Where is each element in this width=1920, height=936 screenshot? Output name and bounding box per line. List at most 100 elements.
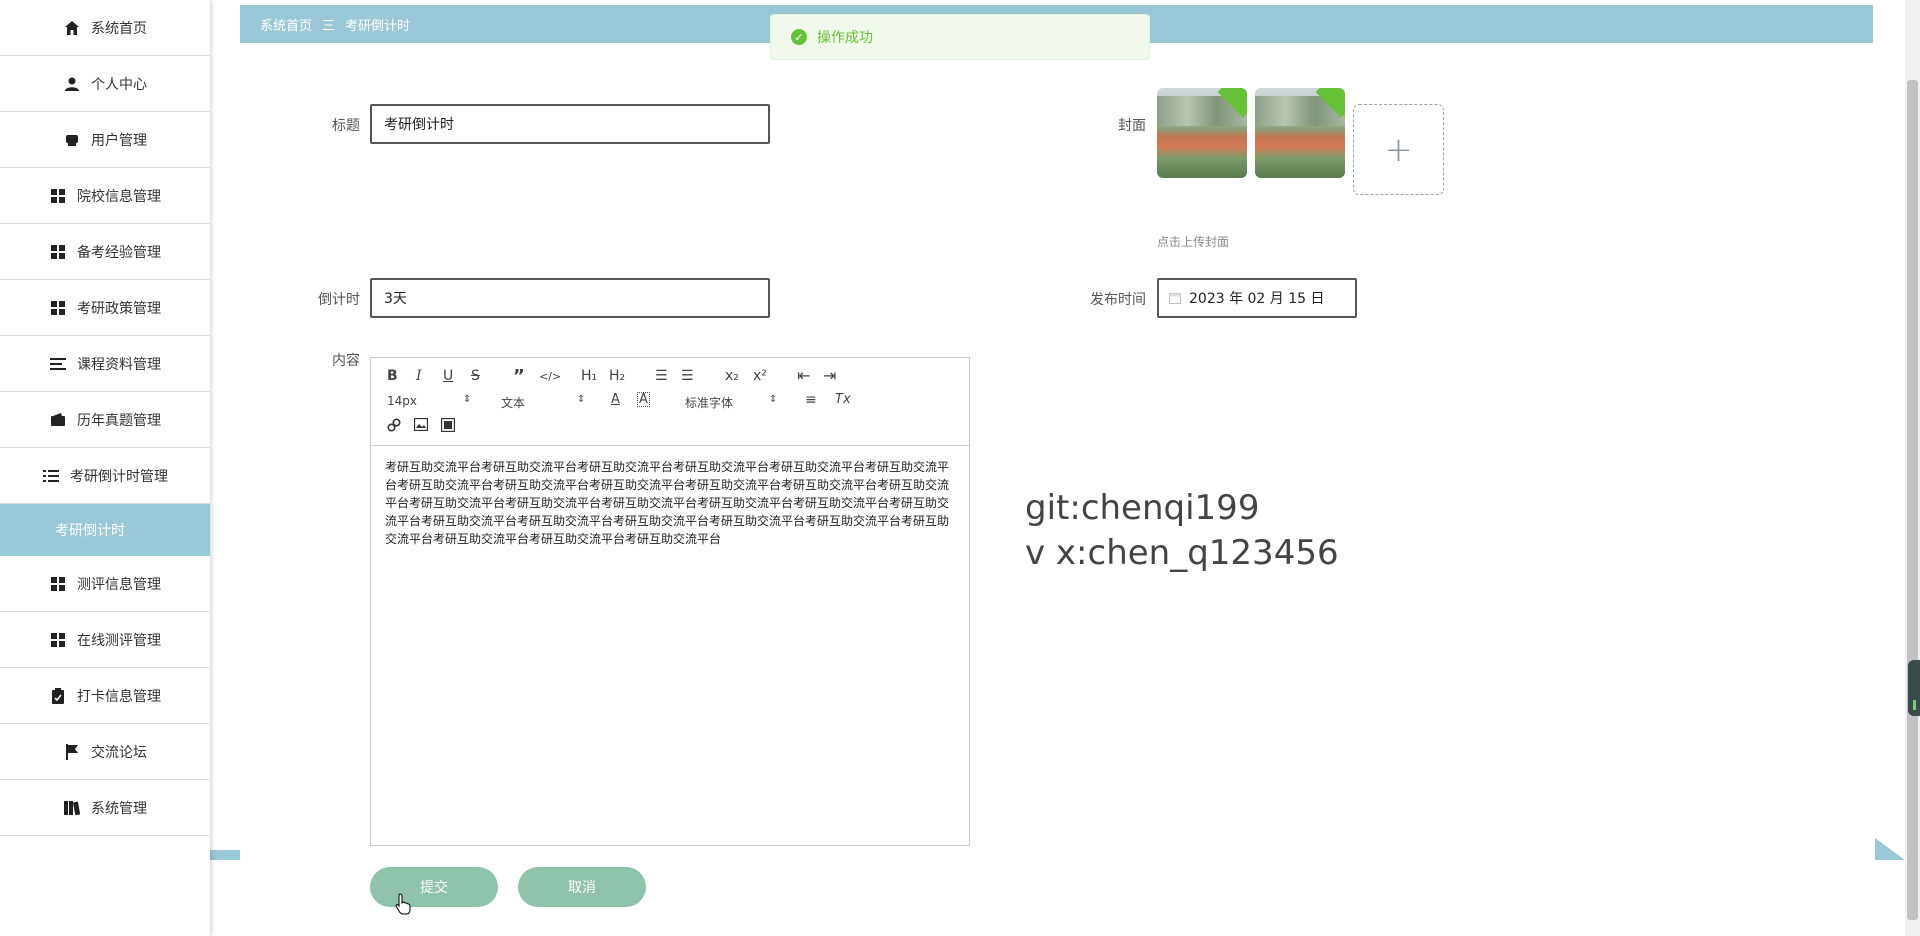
submit-button[interactable]: 提交	[370, 867, 498, 907]
grid-icon	[49, 243, 67, 261]
cover-image-2[interactable]	[1255, 88, 1345, 178]
publish-time-value: 2023 年 02 月 15 日	[1189, 291, 1325, 307]
clear-format-button[interactable]: Tx	[835, 392, 851, 407]
menu-icon	[42, 467, 60, 485]
scrollbar-thumb[interactable]	[1907, 80, 1918, 920]
strike-button[interactable]: S	[471, 368, 480, 384]
sidebar-item-exam[interactable]: 历年真题管理	[0, 392, 210, 448]
sidebar-item-online-test[interactable]: 在线测评管理	[0, 612, 210, 668]
sidebar-item-users[interactable]: 用户管理	[0, 112, 210, 168]
italic-button[interactable]: I	[416, 368, 422, 384]
quote-button[interactable]: ”	[513, 366, 525, 387]
sidebar-item-assessment-info[interactable]: 测评信息管理	[0, 556, 210, 612]
sidebar-item-label: 系统首页	[91, 20, 147, 37]
decoration-left	[210, 850, 240, 860]
publish-time-label: 发布时间	[1090, 292, 1146, 308]
sidebar-item-checkin[interactable]: 打卡信息管理	[0, 668, 210, 724]
home-icon	[63, 19, 81, 37]
cancel-button[interactable]: 取消	[518, 867, 646, 907]
bullet-list-button[interactable]: ☰	[681, 368, 694, 384]
outdent-button[interactable]: ⇤	[797, 366, 810, 385]
sidebar-item-label: 用户管理	[91, 132, 147, 149]
sidebar-item-forum[interactable]: 交流论坛	[0, 724, 210, 780]
breadcrumb-current: 考研倒计时	[345, 18, 411, 34]
sidebar-item-course[interactable]: 课程资料管理	[0, 336, 210, 392]
editor-toolbar: B I U S ” </> H₁ H₂ ☰ ☰ x₂ x² ⇤ ⇥ 14px ⇕…	[371, 358, 969, 446]
code-button[interactable]: </>	[539, 370, 561, 383]
sidebar-item-label: 备考经验管理	[77, 244, 161, 261]
watermark-line-1: git:chenqi199	[1025, 488, 1260, 528]
clipboard-icon	[49, 687, 67, 705]
grid-icon	[49, 631, 67, 649]
sidebar-item-label: 历年真题管理	[77, 412, 161, 429]
decoration-right	[1875, 838, 1905, 860]
align-button[interactable]: ≡	[805, 392, 817, 408]
sidebar-item-label: 在线测评管理	[77, 632, 161, 649]
sidebar-subitem-countdown[interactable]: 考研倒计时	[0, 504, 210, 556]
content-label: 内容	[332, 353, 360, 369]
sidebar-item-policy[interactable]: 考研政策管理	[0, 280, 210, 336]
sidebar-item-label: 系统管理	[91, 800, 147, 817]
wallet-icon	[49, 411, 67, 429]
upload-cover-button[interactable]: +	[1353, 104, 1444, 195]
font-color-button[interactable]: A	[611, 392, 620, 407]
sidebar-item-countdown[interactable]: 考研倒计时管理	[0, 448, 210, 504]
video-icon[interactable]	[440, 417, 456, 436]
underline-button[interactable]: U	[443, 368, 453, 384]
sidebar-item-label: 考研政策管理	[77, 300, 161, 317]
sidebar-item-label: 课程资料管理	[77, 356, 161, 373]
plus-icon: +	[1384, 129, 1413, 170]
sidebar-item-label: 考研倒计时管理	[70, 468, 168, 485]
superscript-button[interactable]: x²	[753, 368, 767, 384]
hand-cursor-icon	[395, 893, 411, 919]
breadcrumb-home[interactable]: 系统首页	[260, 15, 312, 34]
text-type-select[interactable]: 文本	[501, 394, 525, 411]
list-icon	[49, 355, 67, 373]
calendar-icon	[1169, 292, 1181, 304]
cover-image-1[interactable]	[1157, 88, 1247, 178]
sidebar: 系统首页 个人中心 用户管理 院校信息管理 备考经验管理 考研政策管理 课程资料…	[0, 0, 210, 936]
sidebar-item-label: 院校信息管理	[77, 188, 161, 205]
toast-message: 操作成功	[817, 30, 873, 46]
font-family-select[interactable]: 标准字体	[685, 394, 733, 411]
editor-content[interactable]: 考研互助交流平台考研互助交流平台考研互助交流平台考研互助交流平台考研互助交流平台…	[371, 446, 969, 560]
sidebar-item-experience[interactable]: 备考经验管理	[0, 224, 210, 280]
sidebar-item-label: 打卡信息管理	[77, 688, 161, 705]
countdown-input[interactable]: 3天	[370, 278, 770, 318]
grid-icon	[49, 299, 67, 317]
h2-button[interactable]: H₂	[609, 368, 625, 384]
font-size-select[interactable]: 14px	[387, 394, 417, 408]
breadcrumb-separator: 三	[322, 18, 336, 34]
publish-time-input[interactable]: 2023 年 02 月 15 日	[1157, 278, 1357, 318]
sidebar-item-system[interactable]: 系统管理	[0, 780, 210, 836]
sidebar-item-profile[interactable]: 个人中心	[0, 56, 210, 112]
sidebar-item-label: 交流论坛	[91, 744, 147, 761]
chevron-updown-icon: ⇕	[577, 394, 586, 405]
image-icon[interactable]	[413, 417, 429, 435]
countdown-label: 倒计时	[318, 292, 360, 308]
cover-label: 封面	[1118, 118, 1146, 134]
chevron-updown-icon: ⇕	[463, 394, 472, 405]
bold-button[interactable]: B	[387, 368, 398, 384]
sidebar-item-home[interactable]: 系统首页	[0, 0, 210, 56]
link-icon[interactable]	[387, 418, 401, 436]
title-input[interactable]: 考研倒计时	[370, 104, 770, 144]
sidebar-item-school[interactable]: 院校信息管理	[0, 168, 210, 224]
h1-button[interactable]: H₁	[581, 368, 597, 384]
title-label: 标题	[332, 118, 360, 134]
subscript-button[interactable]: x₂	[725, 368, 739, 384]
flag-icon	[63, 743, 81, 761]
rich-text-editor[interactable]: B I U S ” </> H₁ H₂ ☰ ☰ x₂ x² ⇤ ⇥ 14px ⇕…	[370, 357, 970, 846]
grid-icon	[49, 187, 67, 205]
ordered-list-button[interactable]: ☰	[655, 368, 668, 384]
watermark-line-2: v x:chen_q123456	[1025, 533, 1339, 573]
side-widget[interactable]	[1908, 660, 1920, 716]
sidebar-item-label: 个人中心	[91, 76, 147, 93]
indent-button[interactable]: ⇥	[823, 366, 836, 385]
chevron-updown-icon: ⇕	[769, 394, 778, 405]
user-icon	[63, 75, 81, 93]
success-toast: ✓ 操作成功	[770, 14, 1150, 60]
grid-icon	[49, 575, 67, 593]
background-color-button[interactable]: A	[637, 392, 650, 407]
check-icon: ✓	[791, 29, 807, 45]
